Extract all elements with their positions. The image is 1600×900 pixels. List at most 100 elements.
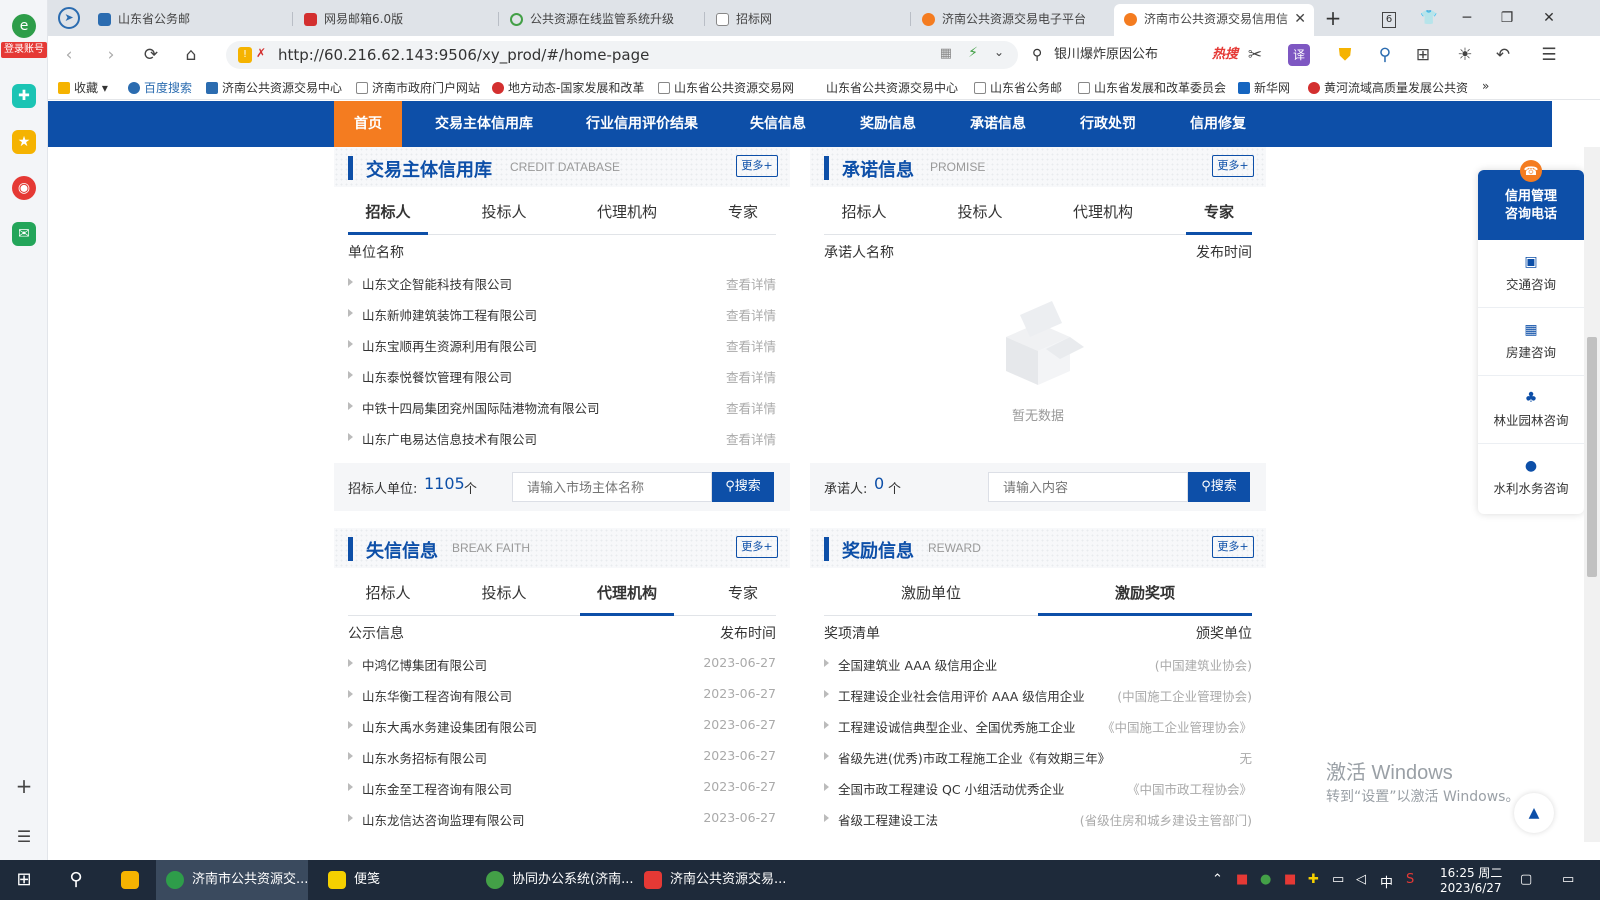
forward-button[interactable]: › [100, 44, 122, 66]
tab-expert[interactable]: 专家 [1186, 195, 1252, 235]
wechat-icon[interactable]: ● [1260, 872, 1271, 887]
tab-bidder[interactable]: 投标人 [940, 195, 1020, 235]
browser-search-box[interactable]: ⚲ 银川爆炸原因公布 热搜 [1028, 41, 1242, 69]
start-button[interactable]: ⊞ [0, 860, 48, 900]
more-button[interactable]: 更多+ [736, 536, 778, 558]
more-button[interactable]: 更多+ [1212, 536, 1254, 558]
bookmark-jinan-gov[interactable]: 济南市政府门户网站 [356, 79, 480, 96]
more-button[interactable]: 更多+ [1212, 155, 1254, 177]
taskbar-notes[interactable]: 便笺 [318, 860, 468, 900]
tab-jinan-credit[interactable]: 济南市公共资源交易信用信 ✕ [1114, 4, 1314, 36]
bookmark-favorites[interactable]: 收藏 ▾ [58, 79, 108, 96]
tab-agency[interactable]: 代理机构 [580, 576, 674, 616]
close-tab-icon[interactable]: ✕ [1294, 4, 1306, 34]
tab-jinan-trading[interactable]: 济南公共资源交易电子平台 [912, 4, 1112, 36]
tab-count-button[interactable]: 6 [1374, 6, 1404, 30]
chevron-down-icon[interactable]: ⌄ [994, 45, 1004, 59]
nav-break-faith[interactable]: 失信信息 [738, 101, 818, 147]
consult-forestry[interactable]: ♣ 林业园林咨询 [1478, 376, 1584, 444]
clock-date[interactable]: 2023/6/27 [1440, 881, 1502, 895]
bookmark-baidu[interactable]: 百度搜索 [128, 79, 192, 96]
tab-gongwuyou[interactable]: 山东省公务邮 [88, 4, 288, 36]
security-warning-icon[interactable]: ! [238, 47, 252, 63]
bookmark-xinhua[interactable]: 新华网 [1238, 79, 1290, 96]
bookmark-sd-center[interactable]: 山东省公共资源交易中心 [826, 79, 958, 96]
weibo-icon[interactable]: ◉ [12, 176, 36, 200]
reload-button[interactable]: ⟳ [140, 44, 162, 66]
close-window-button[interactable]: ✕ [1534, 6, 1564, 30]
menu-list-icon[interactable]: ☰ [12, 824, 36, 848]
grid-icon[interactable]: ⊞ [1412, 44, 1434, 66]
more-bookmarks-icon[interactable]: » [1482, 79, 1489, 93]
view-detail-link[interactable]: 查看详情 [726, 429, 776, 448]
tab-agency[interactable]: 代理机构 [580, 195, 674, 235]
consult-housing[interactable]: ▦ 房建咨询 [1478, 308, 1584, 376]
tab-tenderer[interactable]: 招标人 [348, 195, 428, 235]
desktop-mode-icon[interactable]: ▢ [1520, 872, 1532, 887]
tab-expert[interactable]: 专家 [710, 195, 776, 235]
tab-tenderer[interactable]: 招标人 [824, 195, 904, 235]
taskbar-office[interactable]: 协同办公系统(济南... [476, 860, 633, 900]
list-item[interactable]: 工程建设企业社会信用评价 AAA 级信用企业 (中国施工企业管理协会) [824, 686, 1252, 706]
list-item[interactable]: 省级工程建设工法 (省级住房和城乡建设主管部门) [824, 810, 1252, 830]
back-button[interactable]: ‹ [58, 44, 80, 66]
ime-indicator[interactable]: 中 [1380, 872, 1393, 891]
nav-industry-eval[interactable]: 行业信用评价结果 [572, 101, 712, 147]
list-item[interactable]: 山东广电易达信息技术有限公司 查看详情 [348, 429, 776, 449]
file-explorer-icon[interactable] [110, 860, 150, 900]
tab-163-mail[interactable]: 网易邮箱6.0版 [294, 4, 494, 36]
nav-reward[interactable]: 奖励信息 [848, 101, 928, 147]
view-detail-link[interactable]: 查看详情 [726, 398, 776, 417]
magnifier-icon[interactable]: ⚲ [1374, 44, 1396, 66]
url-text[interactable]: http://60.216.62.143:9506/xy_prod/#/home… [278, 46, 649, 64]
tab-reward-awards[interactable]: 激励奖项 [1038, 576, 1252, 616]
tray-plus-icon[interactable]: ✚ [1308, 872, 1319, 887]
list-item[interactable]: 山东泰悦餐饮管理有限公司 查看详情 [348, 367, 776, 387]
restore-button[interactable]: ❐ [1492, 6, 1522, 30]
tab-expert[interactable]: 专家 [710, 576, 776, 616]
tray-app-icon[interactable]: ■ [1236, 872, 1248, 887]
list-item[interactable]: 中铁十四局集团兖州国际陆港物流有限公司 查看详情 [348, 398, 776, 418]
list-item[interactable]: 山东华衡工程咨询有限公司 2023-06-27 [348, 686, 776, 706]
list-item[interactable]: 中鸿亿博集团有限公司 2023-06-27 [348, 655, 776, 675]
more-button[interactable]: 更多+ [736, 155, 778, 177]
mail-icon[interactable]: ✉ [12, 222, 36, 246]
lightning-icon[interactable]: ⚡ [968, 45, 978, 61]
tab-tenderer[interactable]: 招标人 [348, 576, 428, 616]
nav-home[interactable]: 首页 [334, 101, 402, 147]
view-detail-link[interactable]: 查看详情 [726, 274, 776, 293]
new-tab-button[interactable]: + [1318, 6, 1348, 30]
search-button[interactable]: ⚲搜索 [712, 472, 774, 502]
consult-water[interactable]: ● 水利水务咨询 [1478, 444, 1584, 512]
taskbar-wps[interactable]: 济南公共资源交易... [634, 860, 786, 900]
nav-arrow-icon[interactable]: ➤ [52, 4, 82, 36]
search-input[interactable] [512, 472, 712, 502]
list-item[interactable]: 山东宝顺再生资源利用有限公司 查看详情 [348, 336, 776, 356]
scrollbar-thumb[interactable] [1587, 337, 1597, 577]
list-item[interactable]: 全国建筑业 AAA 级信用企业 (中国建筑业协会) [824, 655, 1252, 675]
tab-bidder[interactable]: 投标人 [464, 576, 544, 616]
bookmark-ndrc[interactable]: 地方动态-国家发展和改革 [492, 79, 644, 96]
search-button[interactable]: ⚲搜索 [1188, 472, 1250, 502]
skin-icon[interactable]: 👕 [1414, 6, 1444, 30]
bookmark-sd-ndrc[interactable]: 山东省发展和改革委员会 [1078, 79, 1226, 96]
tab-supervision[interactable]: 公共资源在线监管系统升级 [500, 4, 700, 36]
nav-promise[interactable]: 承诺信息 [958, 101, 1038, 147]
shield-icon[interactable]: ⛊ [1334, 44, 1356, 66]
address-bar[interactable]: ! ✗ http://60.216.62.143:9506/xy_prod/#/… [226, 41, 1018, 69]
list-item[interactable]: 山东大禹水务建设集团有限公司 2023-06-27 [348, 717, 776, 737]
tray-app-icon[interactable]: ■ [1284, 872, 1296, 887]
notification-icon[interactable]: ▭ [1562, 872, 1574, 887]
minimize-button[interactable]: ─ [1452, 6, 1482, 30]
favorite-star-icon[interactable]: ★ [12, 130, 36, 154]
bookmark-sd-trading[interactable]: 山东省公共资源交易网 [658, 79, 794, 96]
volume-icon[interactable]: ◁ [1356, 872, 1366, 887]
clock-time[interactable]: 16:25 周二 [1440, 864, 1502, 881]
scissors-icon[interactable]: ✂ [1244, 44, 1266, 66]
bookmark-sd-mail[interactable]: 山东省公务邮 [974, 79, 1062, 96]
translate-icon[interactable]: 译 [1288, 44, 1310, 66]
network-icon[interactable]: ▭ [1332, 872, 1344, 887]
list-item[interactable]: 山东新帅建筑装饰工程有限公司 查看详情 [348, 305, 776, 325]
browser-logo-icon[interactable]: e [12, 14, 36, 38]
back-to-top-button[interactable]: ▲ [1514, 793, 1554, 833]
